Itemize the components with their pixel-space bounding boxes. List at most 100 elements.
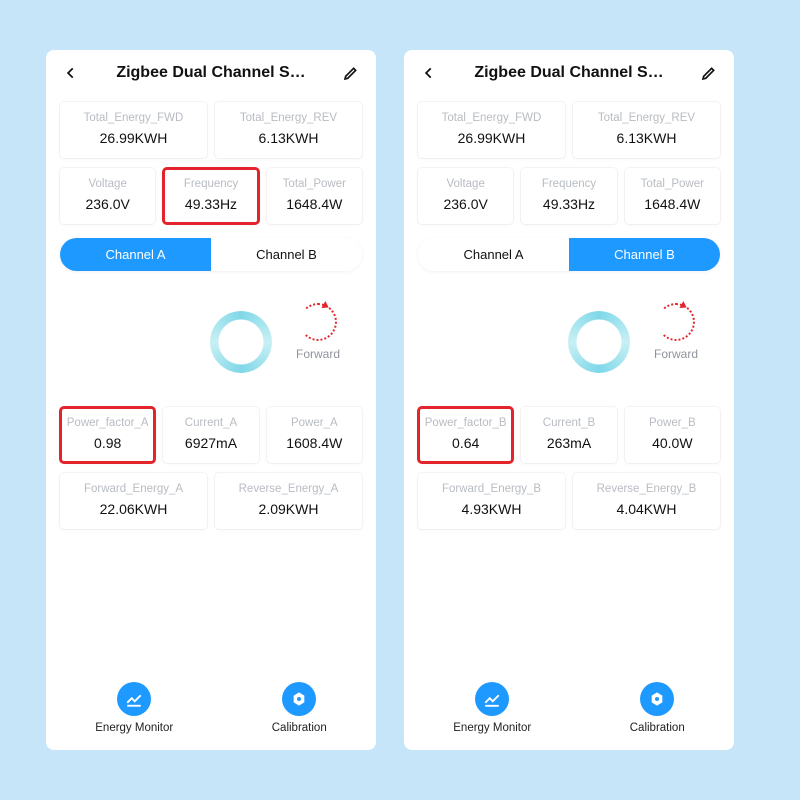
value: 1608.4W — [271, 435, 358, 451]
value: 26.99KWH — [64, 130, 203, 146]
bottom-nav: Energy Monitor Calibration — [404, 668, 734, 750]
screen-left: Zigbee Dual Channel S… Total_Energy_FWD … — [46, 50, 376, 750]
total-energy-rev-card: Total_Energy_REV 6.13KWH — [573, 102, 720, 158]
tab-channel-a[interactable]: Channel A — [418, 238, 569, 271]
reverse-energy-card: Reverse_Energy_B 4.04KWH — [573, 473, 720, 529]
forward-energy-card: Forward_Energy_B 4.93KWH — [418, 473, 565, 529]
forward-label: Forward — [654, 347, 698, 361]
value: 1648.4W — [629, 196, 716, 212]
current-card: Current_A 6927mA — [163, 407, 258, 463]
power-card: Power_B 40.0W — [625, 407, 720, 463]
chart-icon — [117, 682, 151, 716]
label: Voltage — [64, 178, 151, 190]
label: Reverse_Energy_B — [577, 483, 716, 495]
nav-calibration[interactable]: Calibration — [272, 682, 327, 734]
label: Total_Power — [629, 178, 716, 190]
loading-dial-icon — [210, 311, 272, 373]
label: Power_factor_B — [422, 417, 509, 429]
content-area: Total_Energy_FWD 26.99KWH Total_Energy_R… — [46, 94, 376, 529]
nav-calibration[interactable]: Calibration — [630, 682, 685, 734]
value: 4.04KWH — [577, 501, 716, 517]
total-energy-rev-card: Total_Energy_REV 6.13KWH — [215, 102, 362, 158]
direction-indicator: Forward — [296, 303, 340, 361]
current-card: Current_B 263mA — [521, 407, 616, 463]
forward-arrow-icon — [299, 303, 337, 341]
value: 1648.4W — [271, 196, 358, 212]
value: 236.0V — [64, 196, 151, 212]
total-power-card: Total_Power 1648.4W — [267, 168, 362, 224]
app-header: Zigbee Dual Channel S… — [404, 50, 734, 94]
value: 0.98 — [64, 435, 151, 451]
gear-icon — [640, 682, 674, 716]
direction-indicator: Forward — [654, 303, 698, 361]
content-area: Total_Energy_FWD 26.99KWH Total_Energy_R… — [404, 94, 734, 529]
label: Current_A — [167, 417, 254, 429]
page-title: Zigbee Dual Channel S… — [450, 64, 688, 82]
value: 2.09KWH — [219, 501, 358, 517]
label: Total_Energy_FWD — [64, 112, 203, 124]
app-header: Zigbee Dual Channel S… — [46, 50, 376, 94]
voltage-card: Voltage 236.0V — [418, 168, 513, 224]
forward-arrow-icon — [657, 303, 695, 341]
power-factor-card: Power_factor_A 0.98 — [60, 407, 155, 463]
power-card: Power_A 1608.4W — [267, 407, 362, 463]
nav-energy-monitor[interactable]: Energy Monitor — [95, 682, 173, 734]
value: 0.64 — [422, 435, 509, 451]
label: Power_A — [271, 417, 358, 429]
value: 236.0V — [422, 196, 509, 212]
dial-area: Forward — [60, 281, 362, 397]
nav-label: Calibration — [630, 722, 685, 734]
page-title: Zigbee Dual Channel S… — [92, 64, 330, 82]
total-energy-fwd-card: Total_Energy_FWD 26.99KWH — [418, 102, 565, 158]
value: 49.33Hz — [525, 196, 612, 212]
nav-energy-monitor[interactable]: Energy Monitor — [453, 682, 531, 734]
channel-tabs: Channel A Channel B — [418, 238, 720, 271]
total-power-card: Total_Power 1648.4W — [625, 168, 720, 224]
nav-label: Energy Monitor — [95, 722, 173, 734]
label: Reverse_Energy_A — [219, 483, 358, 495]
value: 263mA — [525, 435, 612, 451]
value: 6927mA — [167, 435, 254, 451]
loading-dial-icon — [568, 311, 630, 373]
value: 22.06KWH — [64, 501, 203, 517]
label: Frequency — [167, 178, 254, 190]
label: Total_Energy_FWD — [422, 112, 561, 124]
value: 6.13KWH — [577, 130, 716, 146]
nav-label: Energy Monitor — [453, 722, 531, 734]
reverse-energy-card: Reverse_Energy_A 2.09KWH — [215, 473, 362, 529]
bottom-nav: Energy Monitor Calibration — [46, 668, 376, 750]
screen-right: Zigbee Dual Channel S… Total_Energy_FWD … — [404, 50, 734, 750]
back-icon[interactable] — [418, 62, 440, 84]
nav-label: Calibration — [272, 722, 327, 734]
tab-channel-b[interactable]: Channel B — [569, 238, 720, 271]
label: Voltage — [422, 178, 509, 190]
back-icon[interactable] — [60, 62, 82, 84]
value: 26.99KWH — [422, 130, 561, 146]
tab-channel-b[interactable]: Channel B — [211, 238, 362, 271]
edit-icon[interactable] — [340, 62, 362, 84]
edit-icon[interactable] — [698, 62, 720, 84]
channel-tabs: Channel A Channel B — [60, 238, 362, 271]
tab-channel-a[interactable]: Channel A — [60, 238, 211, 271]
voltage-card: Voltage 236.0V — [60, 168, 155, 224]
frequency-card: Frequency 49.33Hz — [521, 168, 616, 224]
label: Power_B — [629, 417, 716, 429]
value: 6.13KWH — [219, 130, 358, 146]
label: Forward_Energy_A — [64, 483, 203, 495]
forward-energy-card: Forward_Energy_A 22.06KWH — [60, 473, 207, 529]
label: Total_Energy_REV — [577, 112, 716, 124]
label: Current_B — [525, 417, 612, 429]
value: 4.93KWH — [422, 501, 561, 517]
chart-icon — [475, 682, 509, 716]
label: Frequency — [525, 178, 612, 190]
label: Power_factor_A — [64, 417, 151, 429]
label: Forward_Energy_B — [422, 483, 561, 495]
value: 40.0W — [629, 435, 716, 451]
frequency-card: Frequency 49.33Hz — [163, 168, 258, 224]
label: Total_Energy_REV — [219, 112, 358, 124]
forward-label: Forward — [296, 347, 340, 361]
power-factor-card: Power_factor_B 0.64 — [418, 407, 513, 463]
label: Total_Power — [271, 178, 358, 190]
value: 49.33Hz — [167, 196, 254, 212]
total-energy-fwd-card: Total_Energy_FWD 26.99KWH — [60, 102, 207, 158]
